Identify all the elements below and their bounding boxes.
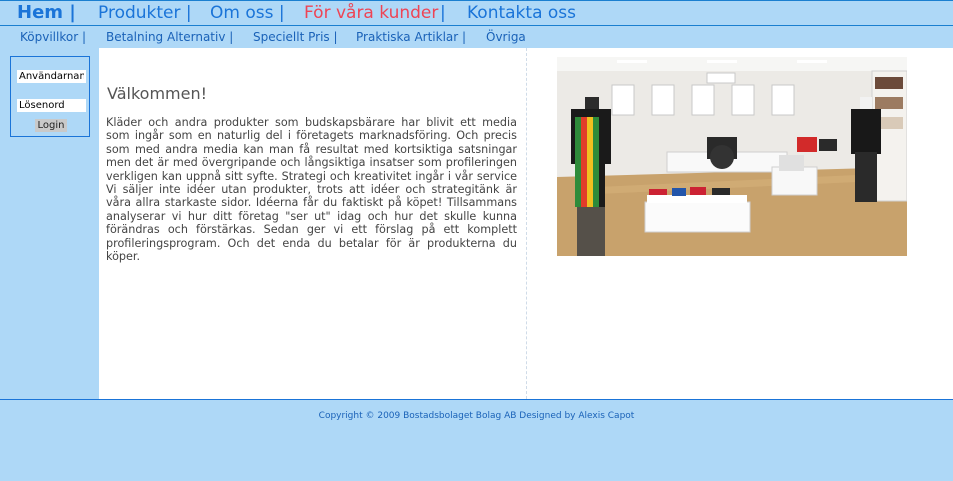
password-field[interactable] <box>17 99 86 112</box>
page-title: Välkommen! <box>107 84 208 103</box>
nav-kontakta-oss-link[interactable]: Kontakta oss <box>467 2 576 24</box>
nav-produkter-link[interactable]: Produkter | <box>98 2 192 24</box>
nav-om-oss-link[interactable]: Om oss | <box>210 2 285 24</box>
main-content: Välkommen! Kläder och andra produkter so… <box>99 48 527 399</box>
intro-paragraph: Kläder och andra produkter som budskapsb… <box>106 116 517 264</box>
login-button[interactable]: Login <box>35 119 67 132</box>
store-interior-photo <box>557 57 907 256</box>
nav-separator: | <box>440 3 446 23</box>
sub-navigation: Köpvillkor | Betalning Alternativ | Spec… <box>0 26 953 48</box>
copyright-text: Copyright © 2009 Bostadsbolaget Bolag AB… <box>318 411 635 421</box>
subnav-ovriga-link[interactable]: Övriga <box>486 29 526 45</box>
nav-home-link[interactable]: Hem | <box>17 2 76 24</box>
subnav-speciellt-pris-link[interactable]: Speciellt Pris | <box>253 29 338 45</box>
sidebar: Login <box>0 48 99 399</box>
footer: Copyright © 2009 Bostadsbolaget Bolag AB… <box>0 399 953 481</box>
username-field[interactable] <box>17 70 86 83</box>
subnav-betalning-link[interactable]: Betalning Alternativ | <box>106 29 233 45</box>
subnav-praktiska-artiklar-link[interactable]: Praktiska Artiklar | <box>356 29 466 45</box>
subnav-kopvillkor-link[interactable]: Köpvillkor | <box>20 29 86 45</box>
nav-for-vara-kunder-link[interactable]: För våra kunder <box>304 2 438 24</box>
top-navigation: Hem | Produkter | Om oss | För våra kund… <box>0 0 953 26</box>
login-form: Login <box>10 56 90 137</box>
